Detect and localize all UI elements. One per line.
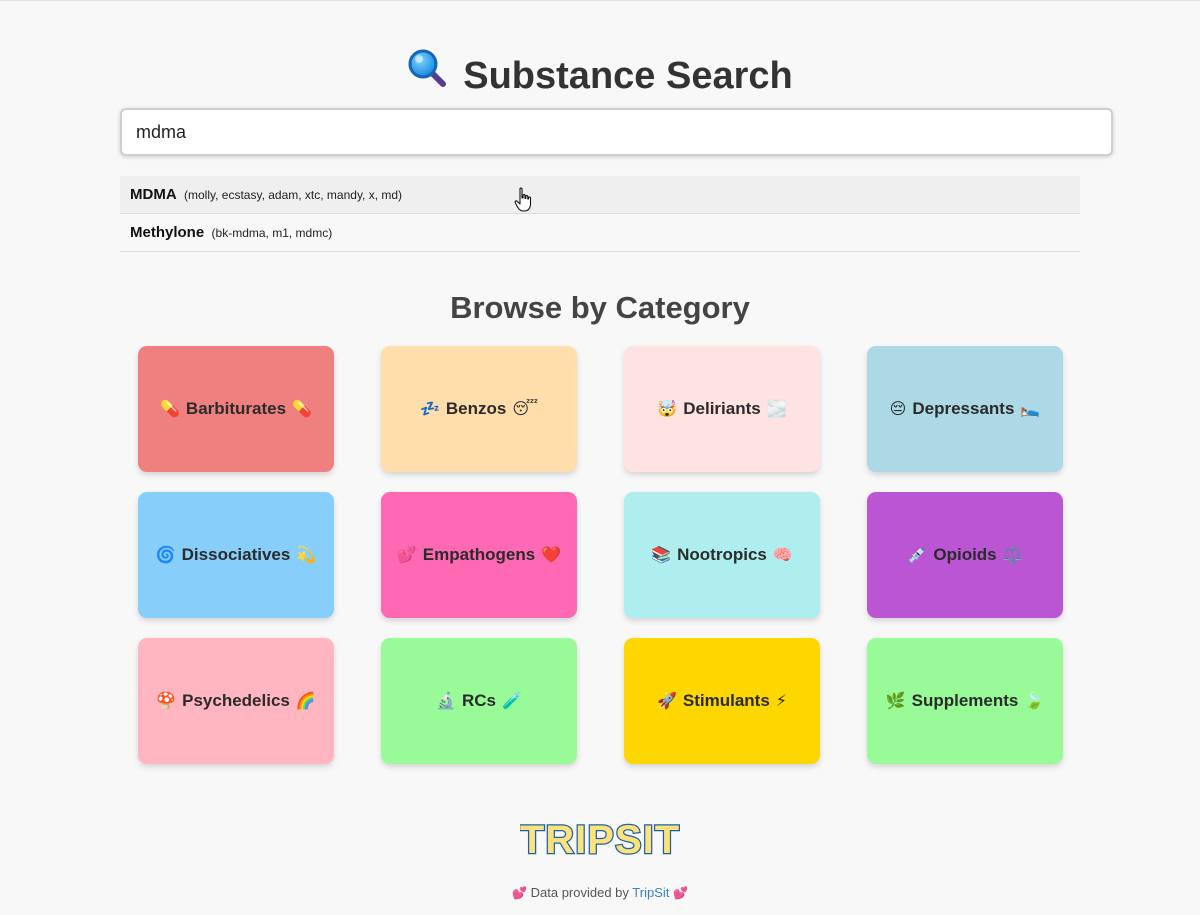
- category-card-deliriants[interactable]: 🤯 Deliriants 🌫️: [624, 346, 820, 472]
- fog-icon: 🌫️: [766, 401, 787, 418]
- tripsit-logo-image: TRIPSIT: [519, 817, 681, 864]
- category-label: Empathogens: [422, 545, 536, 564]
- herb-icon: 🌿: [885, 693, 906, 710]
- balance-scale-icon: ⚖️: [1002, 547, 1023, 564]
- category-label: Benzos: [445, 399, 507, 418]
- category-card-supplements[interactable]: 🌿 Supplements 🍃: [867, 638, 1063, 764]
- mushroom-icon: 🍄: [156, 693, 177, 710]
- two-hearts-icon: 💕: [673, 886, 688, 900]
- category-label: Barbiturates: [185, 399, 287, 418]
- tripsit-logo-text: TRIPSIT: [520, 818, 680, 862]
- category-card-depressants[interactable]: 😔 Depressants 🛌: [867, 346, 1063, 472]
- category-label: RCs: [461, 691, 496, 710]
- category-card-empathogens[interactable]: 💕 Empathogens ❤️: [381, 492, 577, 618]
- hand-cursor-icon: [514, 187, 532, 212]
- rocket-icon: 🚀: [656, 693, 677, 710]
- two-hearts-icon: 💕: [512, 886, 527, 900]
- category-card-benzos[interactable]: 💤 Benzos 😴: [381, 346, 577, 472]
- exploding-head-icon: 🤯: [657, 401, 678, 418]
- page-title: Substance Search: [0, 48, 1200, 101]
- category-label: Opioids: [933, 545, 997, 564]
- suggestion-item-methylone[interactable]: Methylone (bk-mdma, m1, mdmc): [120, 214, 1080, 252]
- leaf-icon: 🍃: [1024, 693, 1045, 710]
- browse-title: Browse by Category: [450, 290, 750, 325]
- suggestion-list: MDMA (molly, ecstasy, adam, xtc, mandy, …: [120, 176, 1080, 252]
- footer: 💕 Data provided by TripSit 💕: [0, 885, 1200, 900]
- pensive-face-icon: 😔: [889, 401, 907, 418]
- category-label: Deliriants: [683, 399, 761, 418]
- category-label: Nootropics: [677, 545, 767, 564]
- tripsit-link[interactable]: TripSit: [632, 885, 669, 900]
- category-card-stimulants[interactable]: 🚀 Stimulants ⚡: [624, 638, 820, 764]
- dizzy-icon: 💫: [296, 547, 317, 564]
- magnifying-glass-icon: [407, 48, 447, 101]
- two-hearts-icon: 💕: [396, 547, 417, 564]
- footer-text: Data provided by: [530, 885, 629, 900]
- category-label: Depressants: [912, 399, 1015, 418]
- pill-icon: 💊: [160, 401, 180, 418]
- cyclone-icon: 🌀: [155, 547, 176, 564]
- lightning-icon: ⚡: [775, 693, 788, 710]
- category-card-barbiturates[interactable]: 💊 Barbiturates 💊: [138, 346, 334, 472]
- category-label: Supplements: [911, 691, 1019, 710]
- suggestion-aliases: (molly, ecstasy, adam, xtc, mandy, x, md…: [184, 188, 403, 202]
- page: Substance Search MDMA (molly, ecstasy, a…: [0, 0, 1200, 915]
- category-label: Psychedelics: [182, 691, 290, 710]
- category-label: Dissociatives: [181, 545, 291, 564]
- pill-icon: 💊: [292, 401, 312, 418]
- page-title-text: Substance Search: [463, 55, 793, 97]
- books-icon: 📚: [651, 547, 672, 564]
- suggestion-name: Methylone: [130, 224, 205, 241]
- sleeping-face-icon: 😴: [512, 401, 539, 418]
- category-card-nootropics[interactable]: 📚 Nootropics 🧠: [624, 492, 820, 618]
- suggestion-item-mdma[interactable]: MDMA (molly, ecstasy, adam, xtc, mandy, …: [120, 176, 1080, 214]
- category-grid: 💊 Barbiturates 💊 💤 Benzos 😴 🤯 Deliriants…: [138, 346, 1063, 764]
- category-card-opioids[interactable]: 💉 Opioids ⚖️: [867, 492, 1063, 618]
- tripsit-logo[interactable]: TRIPSIT: [0, 813, 1200, 870]
- microscope-icon: 🔬: [436, 693, 456, 710]
- syringe-icon: 💉: [907, 547, 928, 564]
- search-input[interactable]: [120, 108, 1113, 156]
- rainbow-icon: 🌈: [295, 693, 316, 710]
- suggestion-name: MDMA: [130, 186, 177, 203]
- category-label: Stimulants: [682, 691, 770, 710]
- category-card-dissociatives[interactable]: 🌀 Dissociatives 💫: [138, 492, 334, 618]
- red-heart-icon: ❤️: [541, 547, 562, 564]
- category-card-rcs[interactable]: 🔬 RCs 🧪: [381, 638, 577, 764]
- test-tube-icon: 🧪: [502, 693, 522, 710]
- category-card-psychedelics[interactable]: 🍄 Psychedelics 🌈: [138, 638, 334, 764]
- suggestion-aliases: (bk-mdma, m1, mdmc): [211, 226, 333, 240]
- bed-icon: 🛌: [1020, 401, 1041, 418]
- brain-icon: 🧠: [772, 547, 793, 564]
- zzz-icon: 💤: [419, 401, 440, 418]
